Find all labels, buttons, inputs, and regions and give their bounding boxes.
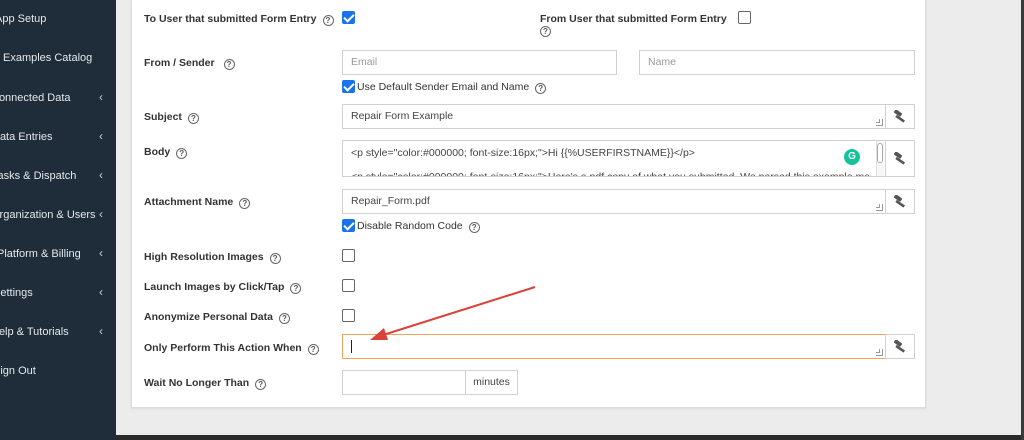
annotation-arrow <box>370 286 536 340</box>
